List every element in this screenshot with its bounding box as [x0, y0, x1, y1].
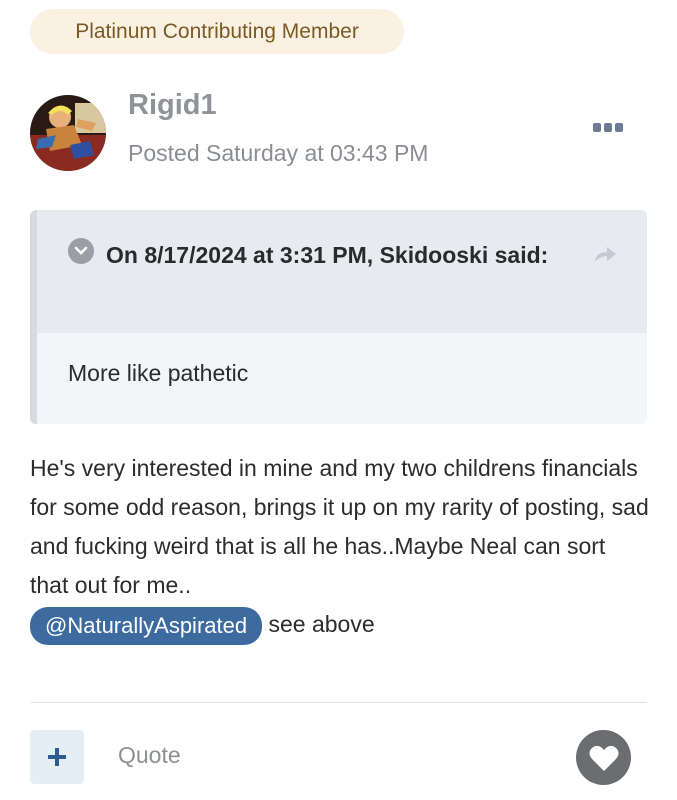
- like-button[interactable]: [576, 730, 631, 785]
- share-arrow-icon[interactable]: [592, 244, 618, 264]
- member-rank-badge: Platinum Contributing Member: [30, 9, 404, 54]
- quote-button[interactable]: Quote: [118, 742, 181, 769]
- mention-trailing-text: see above: [262, 611, 375, 637]
- post-text: He's very interested in mine and my two …: [30, 455, 649, 598]
- author-username[interactable]: Rigid1: [128, 89, 217, 122]
- quote-header[interactable]: On 8/17/2024 at 3:31 PM, Skidooski said:: [37, 210, 647, 333]
- user-mention-link[interactable]: @NaturallyAspirated: [30, 606, 263, 645]
- plus-icon: [48, 748, 66, 766]
- heart-icon: [589, 745, 618, 771]
- add-reaction-button[interactable]: [30, 730, 84, 784]
- quote-block: On 8/17/2024 at 3:31 PM, Skidooski said:…: [30, 210, 647, 424]
- post-options-button[interactable]: [591, 116, 625, 140]
- quote-left-border: [30, 210, 37, 424]
- avatar[interactable]: [30, 95, 106, 171]
- post-mention-line: @NaturallyAspirated see above: [30, 605, 650, 645]
- quote-text: More like pathetic: [68, 360, 249, 386]
- post-timestamp[interactable]: Posted Saturday at 03:43 PM: [128, 140, 428, 167]
- post-divider: [30, 702, 647, 703]
- post-content: He's very interested in mine and my two …: [30, 449, 650, 645]
- quote-citation: On 8/17/2024 at 3:31 PM, Skidooski said:: [106, 242, 549, 268]
- ellipsis-icon: [593, 123, 623, 132]
